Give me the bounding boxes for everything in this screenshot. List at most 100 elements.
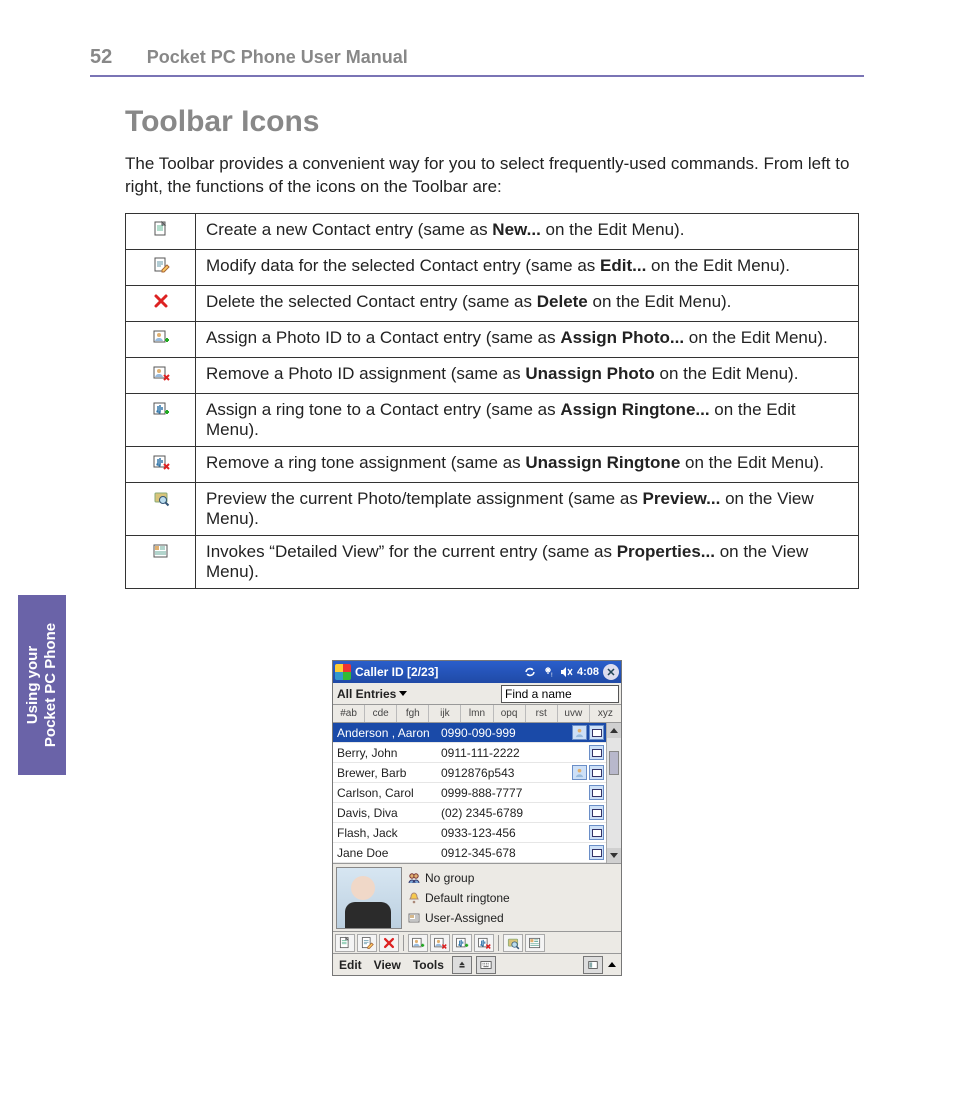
icon-table-desc: Invokes “Detailed View” for the current … — [196, 535, 859, 588]
sip-keyboard-button[interactable] — [476, 956, 496, 974]
filter-dropdown[interactable]: All Entries — [333, 687, 411, 701]
toolbar-unassign-photo-button[interactable] — [430, 934, 450, 952]
contact-badges — [572, 765, 606, 780]
icon-table-row: Remove a Photo ID assignment (same as Un… — [126, 357, 859, 393]
contact-name: Jane Doe — [333, 846, 441, 860]
signal-icon[interactable]: ! — [541, 665, 555, 679]
contact-badges — [572, 725, 606, 740]
toolbar-assign-ring-button[interactable] — [452, 934, 472, 952]
menu-view[interactable]: View — [370, 958, 405, 972]
detail-ringtone-text: Default ringtone — [425, 891, 510, 905]
unassign-ring-icon — [126, 446, 196, 482]
alpha-tab[interactable]: fgh — [397, 705, 429, 722]
icon-table-row: Delete the selected Contact entry (same … — [126, 285, 859, 321]
template-icon — [407, 911, 421, 925]
preview-icon — [126, 482, 196, 535]
contact-phone: 0912876p543 — [441, 766, 572, 780]
alpha-tab[interactable]: #ab — [333, 705, 365, 722]
alpha-tab[interactable]: opq — [494, 705, 526, 722]
icon-table-desc: Remove a ring tone assignment (same as U… — [196, 446, 859, 482]
speaker-mute-icon[interactable] — [559, 665, 573, 679]
icon-table-desc: Delete the selected Contact entry (same … — [196, 285, 859, 321]
contact-row[interactable]: Anderson , Aaron0990-090-999 — [333, 723, 621, 743]
toolbar-preview-button[interactable] — [503, 934, 523, 952]
menu-edit[interactable]: Edit — [335, 958, 366, 972]
scroll-thumb[interactable] — [609, 751, 619, 775]
card-badge-icon — [589, 745, 604, 760]
group-icon — [407, 871, 421, 885]
alpha-tab[interactable]: ijk — [429, 705, 461, 722]
sync-icon[interactable] — [523, 665, 537, 679]
contact-row[interactable]: Brewer, Barb0912876p543 — [333, 763, 621, 783]
search-placeholder: Find a name — [505, 687, 572, 701]
clock: 4:08 — [577, 666, 599, 678]
side-tab: Using your Pocket PC Phone — [18, 595, 66, 775]
section-title: Toolbar Icons — [125, 105, 859, 139]
toolbar-delete-button[interactable] — [379, 934, 399, 952]
alpha-tab[interactable]: rst — [526, 705, 558, 722]
filter-bar: All Entries Find a name — [333, 683, 621, 705]
scroll-down-button[interactable] — [607, 848, 621, 863]
icon-table-row: Remove a ring tone assignment (same as U… — [126, 446, 859, 482]
detail-group: No group — [407, 868, 619, 888]
contact-name: Brewer, Barb — [333, 766, 441, 780]
contacts-list: Anderson , Aaron0990-090-999Berry, John0… — [333, 723, 621, 863]
icon-table-desc: Create a new Contact entry (same as New.… — [196, 213, 859, 249]
menu-arrow-up-icon[interactable] — [608, 962, 616, 967]
svg-text:!: ! — [551, 673, 553, 679]
page-number: 52 — [90, 46, 112, 69]
delete-icon — [126, 285, 196, 321]
detail-template: User-Assigned — [407, 908, 619, 928]
contact-name: Berry, John — [333, 746, 441, 760]
contact-row[interactable]: Berry, John0911-111-2222 — [333, 743, 621, 763]
new-icon — [126, 213, 196, 249]
icon-table-row: Assign a ring tone to a Contact entry (s… — [126, 393, 859, 446]
toolbar-assign-photo-button[interactable] — [408, 934, 428, 952]
icon-table-row: Invokes “Detailed View” for the current … — [126, 535, 859, 588]
contact-name: Davis, Diva — [333, 806, 441, 820]
alpha-tab[interactable]: cde — [365, 705, 397, 722]
content-area: Toolbar Icons The Toolbar provides a con… — [125, 95, 859, 589]
scroll-up-button[interactable] — [607, 723, 621, 738]
chevron-down-icon — [399, 691, 407, 696]
search-input[interactable]: Find a name — [501, 685, 619, 703]
start-flag-icon[interactable] — [335, 664, 351, 680]
card-badge-icon — [589, 785, 604, 800]
contact-row[interactable]: Carlson, Carol0999-888-7777 — [333, 783, 621, 803]
alpha-tab[interactable]: uvw — [558, 705, 590, 722]
sip-right-button[interactable] — [583, 956, 603, 974]
titlebar: Caller ID [2/23] ! 4:08 ✕ — [333, 661, 621, 683]
contact-phone: 0999-888-7777 — [441, 786, 589, 800]
contact-badges — [589, 745, 606, 760]
detail-group-text: No group — [425, 871, 474, 885]
properties-icon — [126, 535, 196, 588]
manual-title: Pocket PC Phone User Manual — [147, 47, 408, 68]
page-header: 52 Pocket PC Phone User Manual — [90, 46, 864, 77]
edit-icon — [126, 249, 196, 285]
side-tab-label: Using your Pocket PC Phone — [24, 623, 60, 747]
toolbar-icons-table: Create a new Contact entry (same as New.… — [125, 213, 859, 589]
icon-table-desc: Remove a Photo ID assignment (same as Un… — [196, 357, 859, 393]
contact-row[interactable]: Davis, Diva(02) 2345-6789 — [333, 803, 621, 823]
icon-table-desc: Assign a Photo ID to a Contact entry (sa… — [196, 321, 859, 357]
toolbar-new-button[interactable] — [335, 934, 355, 952]
toolbar-edit-button[interactable] — [357, 934, 377, 952]
detail-ringtone: Default ringtone — [407, 888, 619, 908]
card-badge-icon — [589, 845, 604, 860]
card-badge-icon — [589, 725, 604, 740]
alpha-tab[interactable]: xyz — [590, 705, 621, 722]
contact-row[interactable]: Jane Doe0912-345-678 — [333, 843, 621, 863]
menu-tools[interactable]: Tools — [409, 958, 448, 972]
toolbar-properties-button[interactable] — [525, 934, 545, 952]
alpha-tabs: #abcdefghijklmnopqrstuvwxyz — [333, 705, 621, 723]
icon-table-desc: Preview the current Photo/template assig… — [196, 482, 859, 535]
sip-up-button[interactable] — [452, 956, 472, 974]
close-icon[interactable]: ✕ — [603, 664, 619, 680]
icon-table-desc: Modify data for the selected Contact ent… — [196, 249, 859, 285]
toolbar-divider — [498, 935, 499, 951]
toolbar-unassign-ring-button[interactable] — [474, 934, 494, 952]
contact-badges — [589, 845, 606, 860]
contact-row[interactable]: Flash, Jack0933-123-456 — [333, 823, 621, 843]
card-badge-icon — [589, 765, 604, 780]
alpha-tab[interactable]: lmn — [461, 705, 493, 722]
